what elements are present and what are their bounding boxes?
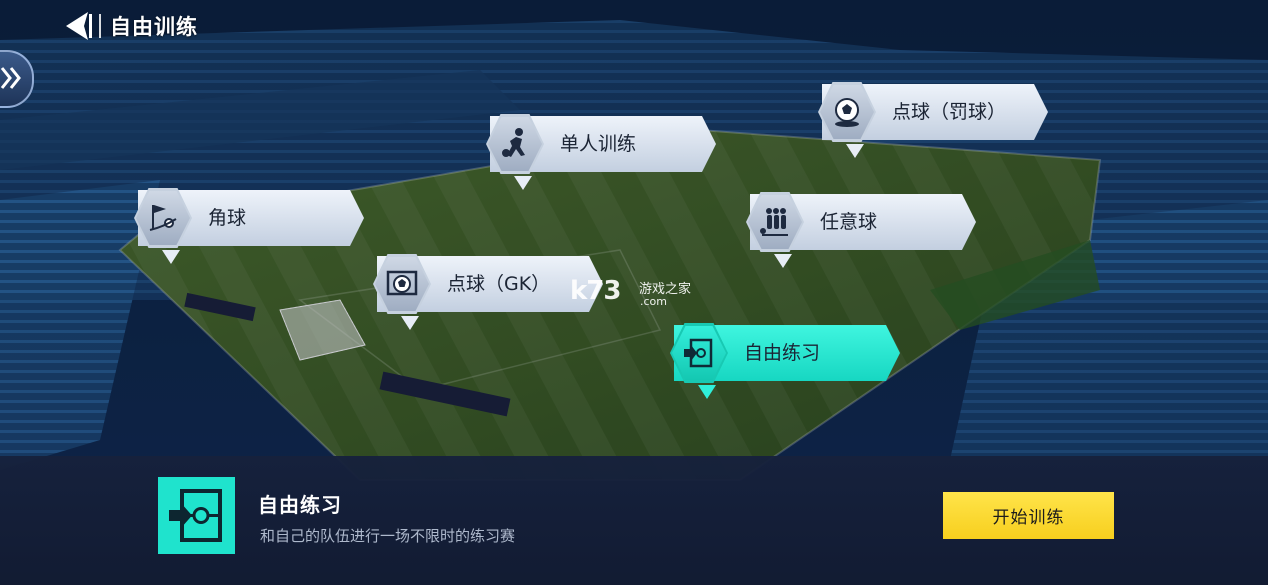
marker-label: 点球（GK） [447, 273, 551, 295]
marker-label: 自由练习 [744, 342, 821, 364]
page-title: 自由训练 [110, 15, 198, 39]
marker-corner-kick[interactable]: 角球 [134, 188, 364, 264]
mode-detail-panel: 自由练习 和自己的队伍进行一场不限时的练习赛 开始训练 [0, 456, 1268, 585]
watermark-domain: .com [640, 295, 667, 308]
marker-free-kick[interactable]: 任意球 [746, 192, 976, 268]
watermark-logo: k73 [570, 276, 621, 306]
marker-label: 任意球 [820, 211, 878, 233]
title-separator [99, 14, 101, 38]
free-practice-icon [158, 477, 235, 554]
back-arrow-icon [66, 12, 92, 40]
marker-label: 点球（罚球） [892, 101, 1007, 123]
mode-description: 和自己的队伍进行一场不限时的练习赛 [260, 527, 516, 545]
mode-title: 自由练习 [258, 493, 342, 517]
marker-penalty[interactable]: 点球（罚球） [818, 82, 1048, 158]
marker-free-practice[interactable]: 自由练习 [670, 323, 900, 399]
double-chevron-right-icon [0, 67, 21, 89]
top-bar: 自由训练 [0, 0, 1268, 52]
start-training-button[interactable]: 开始训练 [943, 492, 1114, 539]
marker-label: 单人训练 [560, 133, 637, 155]
back-button[interactable] [60, 10, 96, 42]
marker-solo-training[interactable]: 单人训练 [486, 114, 716, 190]
site-watermark: k73 游戏之家 .com [570, 276, 691, 308]
marker-label: 角球 [208, 207, 247, 229]
